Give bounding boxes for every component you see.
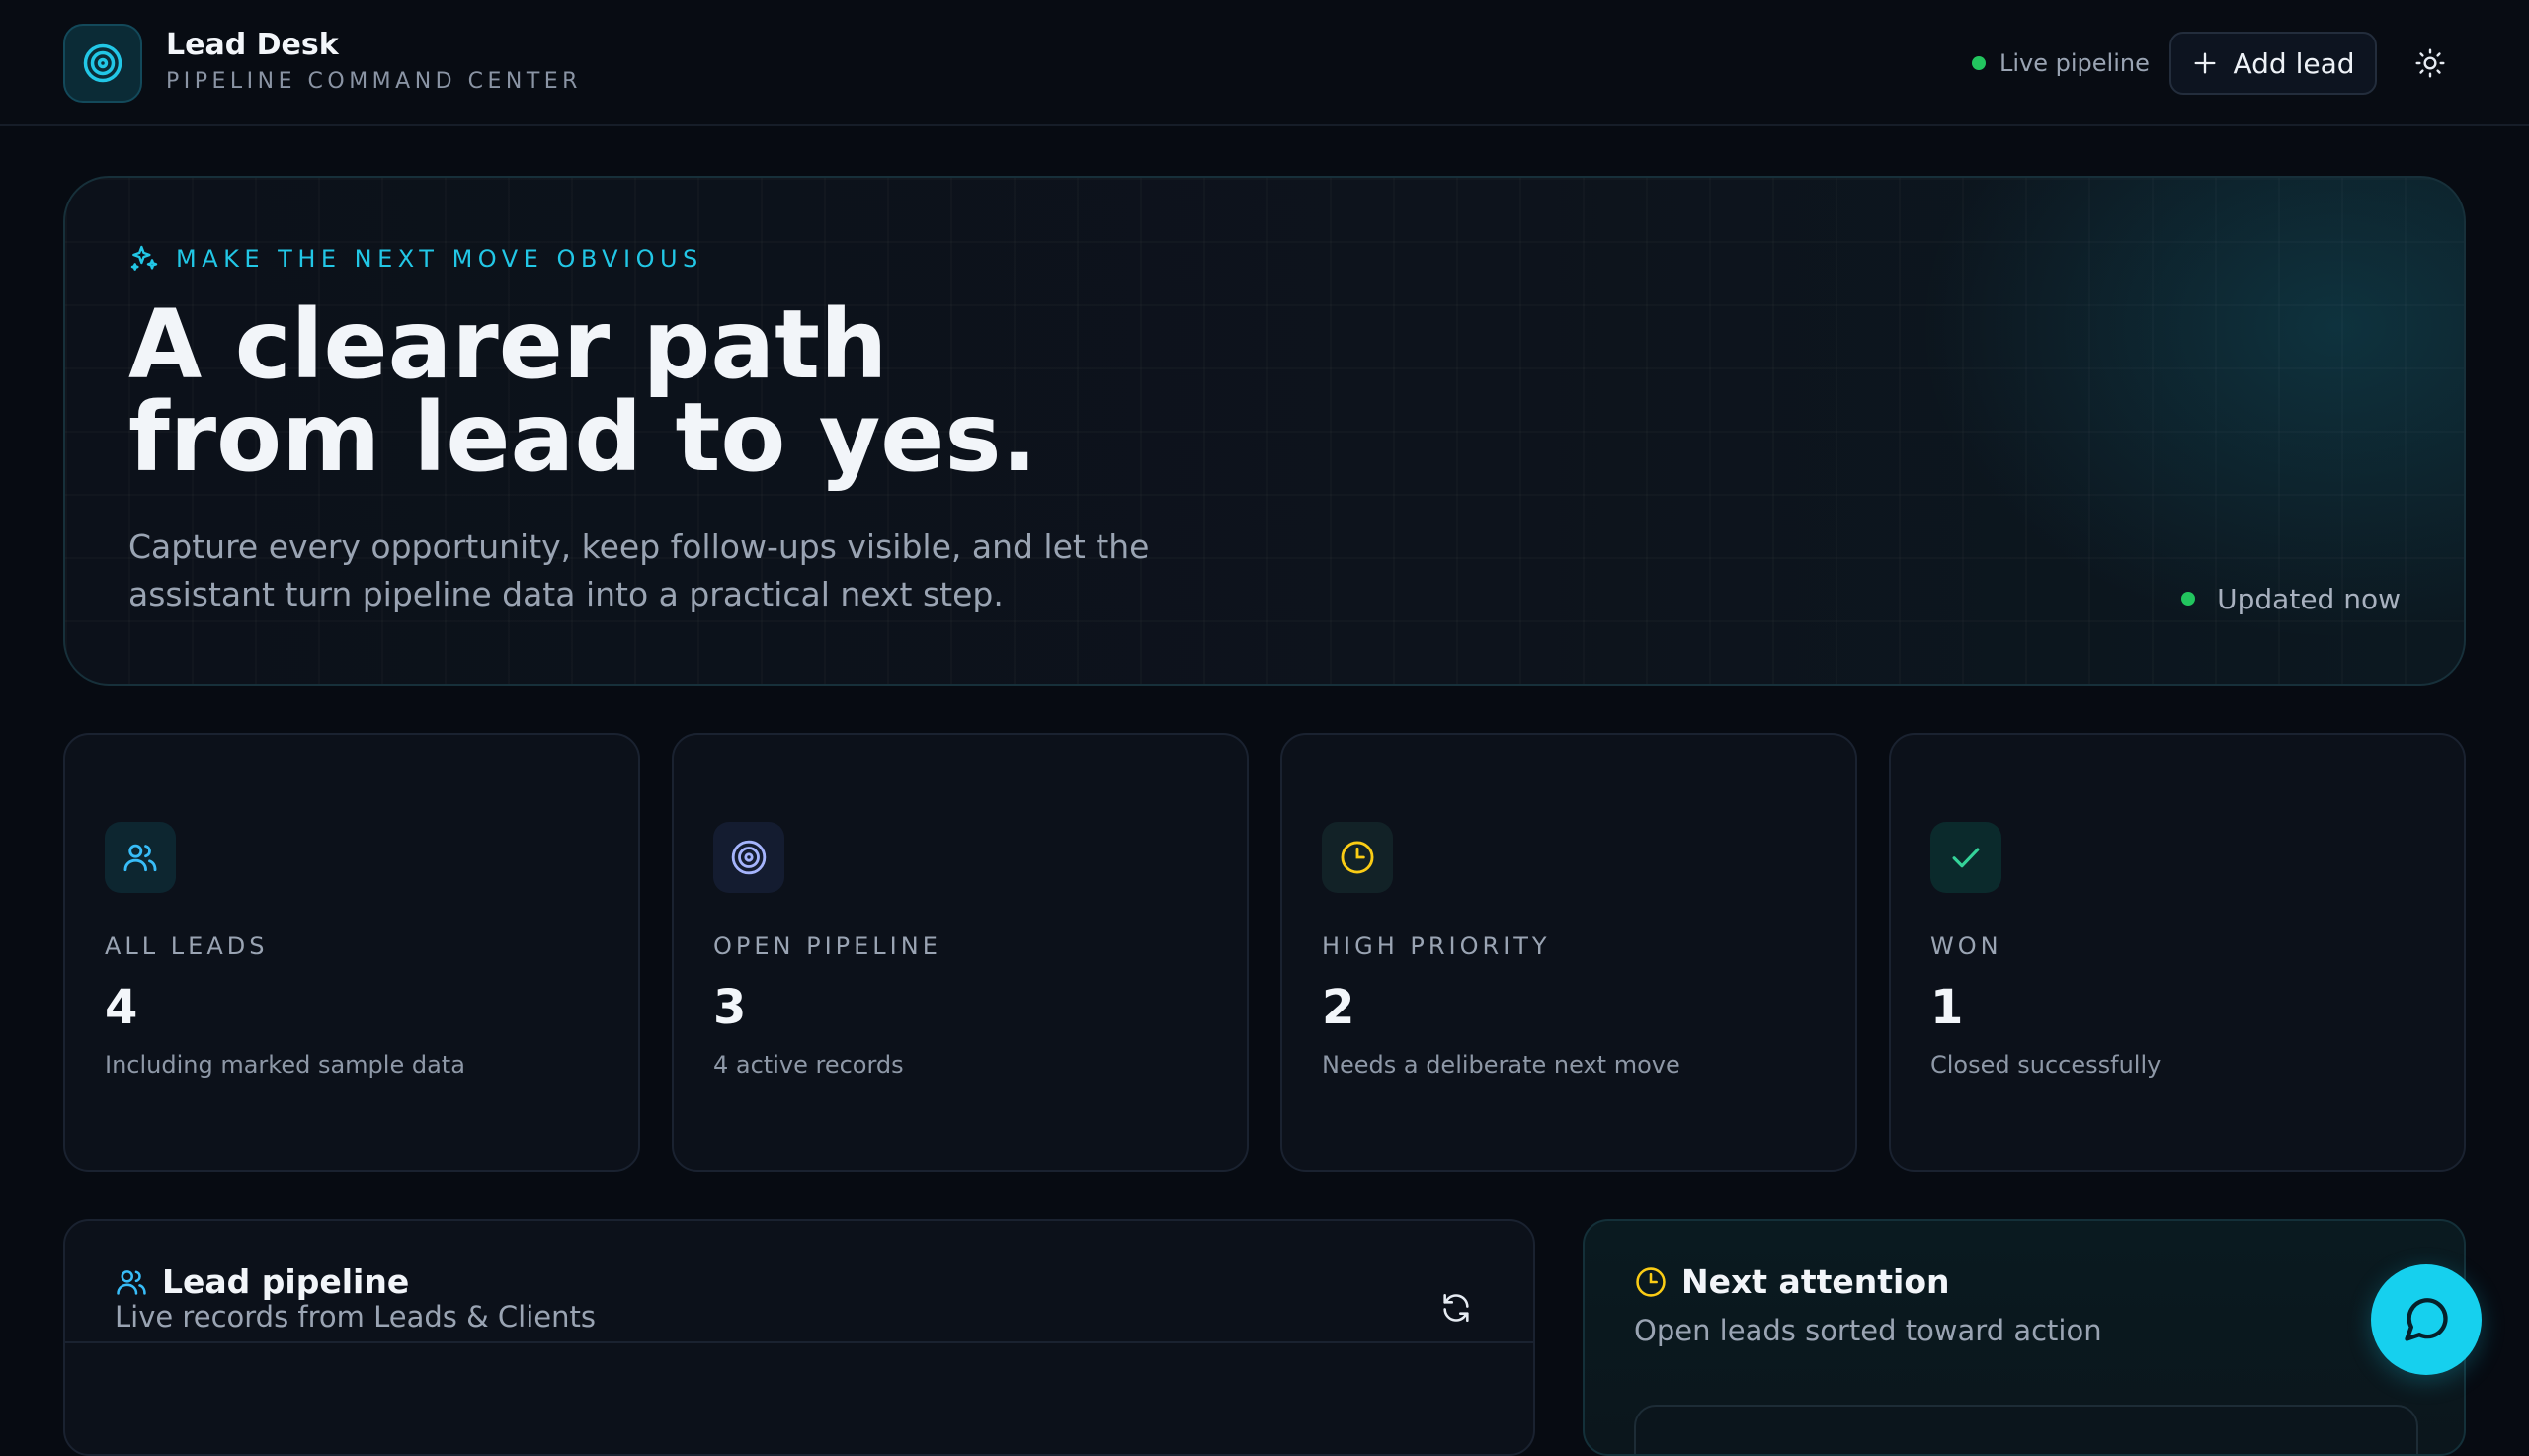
refresh-button[interactable] [1432,1284,1480,1332]
plus-icon [2194,52,2216,74]
target-icon [63,24,142,103]
updated-label: Updated now [2217,582,2401,615]
add-lead-button[interactable]: Add lead [2169,32,2377,95]
live-dot [1972,56,1986,70]
users-icon [117,1269,146,1295]
hero-title-line-1: A clearer path [128,289,888,400]
updated-dot [2181,592,2196,606]
hero-banner: MAKE THE NEXT MOVE OBVIOUS A clearer pat… [63,176,2466,686]
check-icon [1930,822,2001,893]
target-icon [713,822,784,893]
stat-note: Needs a deliberate next move [1322,1051,1680,1079]
sparkles-icon [130,245,158,271]
stat-note: Including marked sample data [105,1051,465,1079]
refresh-icon [1443,1293,1469,1323]
next-attention-title: Next attention [1681,1262,1950,1301]
updated-status: Updated now [2181,579,2401,618]
stat-label: HIGH PRIORITY [1322,932,1551,960]
stat-value: 4 [105,980,138,1035]
stat-note: 4 active records [713,1051,904,1079]
clock-icon [1636,1266,1666,1297]
stat-card-won: WON 1 Closed successfully [1889,733,2466,1172]
stat-value: 3 [713,980,747,1035]
stat-card-open-pipeline: OPEN PIPELINE 3 4 active records [672,733,1249,1172]
lead-pipeline-subtitle: Live records from Leads & Clients [115,1300,596,1334]
hero-title: A clearer path from lead to yes. [128,289,1413,493]
brand-subtitle: PIPELINE COMMAND CENTER [166,69,582,94]
clock-icon [1322,822,1393,893]
lead-pipeline-header: Lead pipeline [115,1262,409,1301]
hero-eyebrow-text: MAKE THE NEXT MOVE OBVIOUS [176,245,703,273]
stat-note: Closed successfully [1930,1051,2162,1079]
brand-name: Lead Desk [166,28,339,62]
stat-card-high-priority: HIGH PRIORITY 2 Needs a deliberate next … [1280,733,1857,1172]
next-attention-header: Next attention [1634,1262,1950,1301]
stat-card-all-leads: ALL LEADS 4 Including marked sample data [63,733,640,1172]
stat-label: ALL LEADS [105,932,269,960]
assistant-chat-button[interactable] [2371,1264,2482,1375]
hero-subtitle: Capture every opportunity, keep follow-u… [128,527,1150,613]
live-status: Live pipeline [1972,47,2150,79]
attention-list-item[interactable] [1634,1405,2418,1454]
stat-label: OPEN PIPELINE [713,932,941,960]
stat-value: 1 [1930,980,1964,1035]
stat-value: 2 [1322,980,1355,1035]
hero-eyebrow: MAKE THE NEXT MOVE OBVIOUS [128,241,703,277]
users-icon [105,822,176,893]
hero-title-line-2: from lead to yes. [128,382,1038,493]
live-status-label: Live pipeline [1999,49,2150,77]
next-attention-subtitle: Open leads sorted toward action [1634,1314,2102,1347]
stat-label: WON [1930,932,2002,960]
theme-toggle-button[interactable] [2407,40,2454,87]
lead-pipeline-panel: Lead pipeline Live records from Leads & … [63,1219,1535,1456]
sun-icon [2415,48,2445,78]
top-bar: Lead Desk PIPELINE COMMAND CENTER Live p… [0,0,2529,126]
add-lead-label: Add lead [2233,46,2355,80]
next-attention-panel: Next attention Open leads sorted toward … [1583,1219,2466,1456]
panel-divider [65,1341,1533,1343]
lead-pipeline-title: Lead pipeline [162,1262,410,1301]
message-circle-icon [2405,1298,2448,1341]
